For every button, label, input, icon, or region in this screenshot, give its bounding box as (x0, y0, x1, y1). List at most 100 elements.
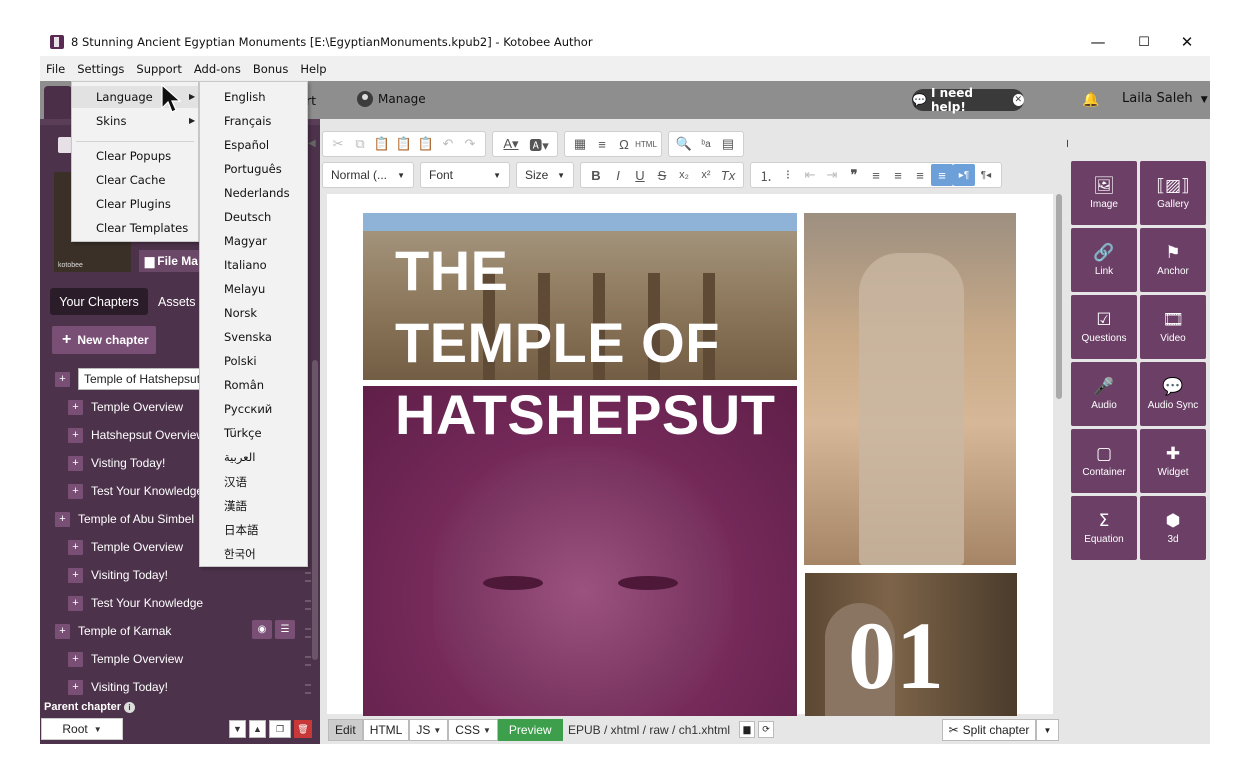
anchor-button[interactable]: ⚑ Anchor (1140, 228, 1206, 292)
expand-plus-icon[interactable]: + (68, 679, 83, 695)
move-down-icon[interactable]: ▼ (229, 720, 246, 738)
move-up-icon[interactable]: ▲ (249, 720, 266, 738)
align-center-icon[interactable]: ≡ (887, 164, 909, 186)
numbered-list-icon[interactable]: ⒈ (755, 164, 777, 186)
underline-icon[interactable]: U (629, 164, 651, 186)
expand-plus-icon[interactable]: + (68, 539, 83, 555)
menu-help[interactable]: Help (300, 62, 326, 76)
menu-file[interactable]: File (46, 62, 65, 76)
chapter-row[interactable]: + Visiting Today! (68, 564, 168, 586)
horizontal-rule-icon[interactable]: ≡ (591, 133, 613, 155)
header-active-tab[interactable] (44, 86, 72, 119)
html-tab[interactable]: HTML (362, 719, 410, 741)
cut-icon[interactable]: ✂ (327, 133, 349, 155)
chapter-row[interactable]: + Temple Overview (68, 396, 183, 418)
expand-plus-icon[interactable]: + (68, 483, 83, 499)
questions-button[interactable]: ☑ Questions (1071, 295, 1137, 359)
table-icon[interactable]: ▦ (569, 133, 591, 155)
trash-icon[interactable]: 🗑 (294, 720, 312, 738)
equation-button[interactable]: Σ Equation (1071, 496, 1137, 560)
blockquote-icon[interactable]: ❞ (843, 164, 865, 186)
eye-icon[interactable]: ◉ (252, 620, 272, 639)
align-right-icon[interactable]: ≡ (909, 164, 931, 186)
strikethrough-icon[interactable]: S (651, 164, 673, 186)
expand-plus-icon[interactable]: + (68, 651, 83, 667)
expand-plus-icon[interactable]: + (55, 623, 70, 639)
superscript-icon[interactable]: x² (695, 164, 717, 186)
special-char-icon[interactable]: Ω (613, 133, 635, 155)
minimize-button[interactable]: — (1075, 28, 1121, 56)
expand-plus-icon[interactable]: + (68, 427, 83, 443)
align-justify-icon[interactable]: ≡ (931, 164, 953, 186)
language-item[interactable]: English (224, 90, 266, 104)
expand-plus-icon[interactable]: + (68, 399, 83, 415)
audio-button[interactable]: 🎤 Audio (1071, 362, 1137, 426)
3d-button[interactable]: ⬢ 3d (1140, 496, 1206, 560)
undo-icon[interactable]: ↶ (437, 133, 459, 155)
edit-tab[interactable]: Edit (328, 719, 363, 741)
gallery-button[interactable]: ⟦▨⟧ Gallery (1140, 161, 1206, 225)
select-all-icon[interactable]: ▤ (717, 133, 739, 155)
language-item[interactable]: العربية (224, 450, 255, 464)
tab-assets[interactable]: Assets (158, 288, 196, 315)
maximize-button[interactable]: ☐ (1121, 28, 1167, 56)
widget-button[interactable]: ✚ Widget (1140, 429, 1206, 493)
font-select[interactable]: Font ▼ (420, 162, 510, 188)
clear-format-icon[interactable]: Tx (717, 164, 739, 186)
language-item[interactable]: 日本語 (224, 522, 259, 538)
chapter-row[interactable]: + Temple Overview (68, 648, 183, 670)
language-item[interactable]: Français (224, 114, 271, 128)
bullet-list-icon[interactable]: ⁝ (777, 164, 799, 186)
language-item[interactable]: Nederlands (224, 186, 290, 200)
video-button[interactable]: 🎞 Video (1140, 295, 1206, 359)
italic-icon[interactable]: I (607, 164, 629, 186)
language-item[interactable]: Italiano (224, 258, 267, 272)
paste-text-icon[interactable]: 📋 (393, 133, 415, 155)
language-item[interactable]: Türkçe (224, 426, 262, 440)
language-item[interactable]: Svenska (224, 330, 272, 344)
container-button[interactable]: ▢ Container (1071, 429, 1137, 493)
menu-item-clear-popups[interactable]: Clear Popups (96, 149, 171, 163)
find-icon[interactable]: 🔍 (673, 133, 695, 155)
audio-sync-button[interactable]: 💬 Audio Sync (1140, 362, 1206, 426)
sidebar-panel-button[interactable] (58, 137, 72, 153)
language-item[interactable]: Melayu (224, 282, 265, 296)
format-select[interactable]: Normal (... ▼ (322, 162, 414, 188)
drag-handle-icon[interactable] (305, 600, 311, 610)
menu-support[interactable]: Support (136, 62, 181, 76)
paste-icon[interactable]: 📋 (371, 133, 393, 155)
language-item[interactable]: 漢語 (224, 498, 247, 514)
language-item[interactable]: Español (224, 138, 269, 152)
replace-icon[interactable]: ᵇa (695, 133, 717, 155)
expand-plus-icon[interactable]: + (55, 511, 70, 527)
chapter-number[interactable]: 01 (848, 600, 944, 711)
split-chapter-button[interactable]: ✂ Split chapter (942, 719, 1036, 741)
paste-word-icon[interactable]: 📋 (415, 133, 437, 155)
expand-plus-icon[interactable]: + (68, 595, 83, 611)
expand-plus-icon[interactable]: + (55, 371, 70, 387)
menu-item-clear-templates[interactable]: Clear Templates (96, 221, 188, 235)
folder-icon[interactable]: ▆ (739, 721, 755, 738)
collapse-left-icon[interactable]: ◀ (308, 138, 316, 149)
new-chapter-button[interactable]: + New chapter (52, 326, 156, 354)
chapter-row[interactable]: + Test Your Knowledge (68, 480, 203, 502)
language-item[interactable]: Português (224, 162, 282, 176)
copy-icon[interactable]: ⧉ (349, 133, 371, 155)
drag-handle-icon[interactable] (305, 628, 311, 638)
close-button[interactable]: ✕ (1164, 28, 1210, 56)
osiris-statue-photo[interactable] (804, 213, 1016, 565)
text-color-icon[interactable]: A▾ (497, 133, 525, 155)
chapter-row[interactable]: + Temple Overview (68, 536, 183, 558)
refresh-icon[interactable]: ⟳ (758, 721, 774, 738)
bold-icon[interactable]: B (585, 164, 607, 186)
duplicate-icon[interactable]: ❐ (269, 720, 291, 738)
html-icon[interactable]: HTML (635, 133, 657, 155)
info-icon[interactable]: i (124, 702, 136, 713)
menu-bonus[interactable]: Bonus (253, 62, 289, 76)
language-item[interactable]: 汉语 (224, 474, 247, 490)
image-button[interactable]: 🖼 Image (1071, 161, 1137, 225)
js-tab[interactable]: JS ▼ (409, 719, 449, 741)
chapter-row[interactable]: + Temple of Abu Simbel (55, 508, 194, 530)
link-button[interactable]: 🔗 Link (1071, 228, 1137, 292)
menu-item-clear-cache[interactable]: Clear Cache (96, 173, 166, 187)
